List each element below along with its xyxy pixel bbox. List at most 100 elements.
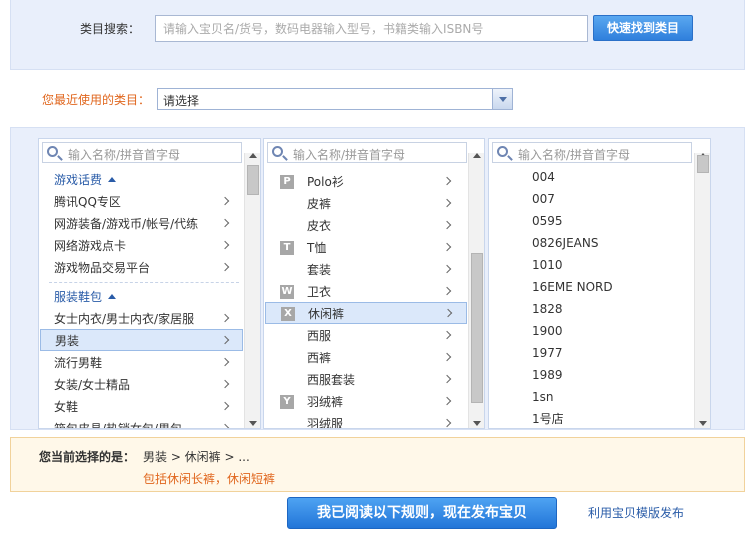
chevron-right-icon: [220, 196, 230, 206]
column-2-search-input[interactable]: 输入名称/拼音首字母: [267, 142, 467, 163]
current-selection-bar: 您当前选择的是： 男装 > 休闲裤 > ... 包括休闲长裤，休闲短裤: [10, 437, 745, 492]
category-search-input[interactable]: [155, 15, 588, 42]
category-column-1: 输入名称/拼音首字母 游戏话费 腾讯QQ专区 网游装备/游戏币/帐号/代练 网络…: [38, 138, 261, 429]
index-letter-badge: P: [280, 175, 294, 189]
search-icon: [497, 146, 508, 157]
collapse-icon[interactable]: [108, 177, 117, 182]
list-item-label: 套装: [307, 263, 332, 277]
brand-item[interactable]: 007: [489, 188, 689, 210]
scrollbar-thumb[interactable]: [471, 253, 483, 403]
chevron-right-icon: [442, 264, 452, 274]
chevron-right-icon: [220, 262, 230, 272]
brand-item[interactable]: 0826JEANS: [489, 232, 689, 254]
list-item-label: 羽绒裤: [307, 395, 344, 409]
list-item[interactable]: 箱包皮具/热销女包/男包: [39, 418, 244, 429]
brand-item-label: 1号店: [532, 412, 564, 426]
list-item-label: 女装/女士精品: [54, 378, 131, 392]
list-item[interactable]: 流行男鞋: [39, 352, 244, 374]
brand-item[interactable]: 16EME NORD: [489, 276, 689, 298]
recent-categories-select[interactable]: 请选择: [157, 88, 513, 110]
column-1-search-input[interactable]: 输入名称/拼音首字母: [42, 142, 242, 163]
current-selection-path: 男装 > 休闲裤 > ...: [143, 450, 250, 464]
column-search-placeholder: 输入名称/拼音首字母: [293, 148, 406, 162]
list-item-label: 卫衣: [307, 285, 332, 299]
list-item[interactable]: Y 羽绒裤: [264, 391, 468, 413]
chevron-right-icon: [442, 352, 452, 362]
brand-item[interactable]: 1号店: [489, 408, 689, 428]
scrollbar-thumb[interactable]: [247, 165, 259, 195]
list-item-label: 皮衣: [307, 219, 332, 233]
brand-item[interactable]: 004: [489, 166, 689, 188]
list-item[interactable]: 网游装备/游戏币/帐号/代练: [39, 213, 244, 235]
group-header-label: 服装鞋包: [54, 290, 103, 304]
list-item[interactable]: 西服: [264, 325, 468, 347]
list-item-selected[interactable]: X 休闲裤: [265, 302, 467, 324]
list-item-label: Polo衫: [307, 175, 344, 189]
list-item[interactable]: 腾讯QQ专区: [39, 191, 244, 213]
search-icon: [272, 146, 283, 157]
brand-item-label: 0826JEANS: [532, 236, 599, 250]
list-item[interactable]: 皮裤: [264, 193, 468, 215]
scroll-down-icon[interactable]: [249, 421, 257, 426]
list-item-label: 箱包皮具/热销女包/男包: [54, 422, 183, 429]
list-item[interactable]: P Polo衫: [264, 171, 468, 193]
chevron-right-icon: [220, 423, 230, 428]
publish-from-template-link[interactable]: 利用宝贝模版发布: [588, 504, 684, 521]
brand-item[interactable]: 1828: [489, 298, 689, 320]
list-item[interactable]: 西裤: [264, 347, 468, 369]
column-3-search-input[interactable]: 输入名称/拼音首字母: [492, 142, 692, 163]
brand-item-label: 1977: [532, 346, 563, 360]
scrollbar-thumb[interactable]: [697, 155, 709, 173]
column-3-scrollbar[interactable]: [694, 153, 710, 428]
chevron-right-icon: [442, 374, 452, 384]
brand-item[interactable]: 1989: [489, 364, 689, 386]
list-item[interactable]: 套装: [264, 259, 468, 281]
brand-item[interactable]: 1900: [489, 320, 689, 342]
list-item-label: 西服套装: [307, 373, 356, 387]
column-2-scrollbar[interactable]: [468, 153, 484, 428]
index-letter-badge: Y: [280, 395, 294, 409]
list-item-label: 腾讯QQ专区: [54, 195, 121, 209]
list-item[interactable]: 女装/女士精品: [39, 374, 244, 396]
brand-item[interactable]: 1010: [489, 254, 689, 276]
scroll-up-icon[interactable]: [249, 153, 257, 158]
category-search-label: 类目搜索：: [80, 22, 141, 36]
scroll-up-icon[interactable]: [473, 153, 481, 158]
brand-item[interactable]: 0595: [489, 210, 689, 232]
scroll-down-icon[interactable]: [473, 421, 481, 426]
collapse-icon[interactable]: [108, 294, 117, 299]
group-header-games[interactable]: 游戏话费: [54, 169, 117, 191]
list-item[interactable]: 西服套装: [264, 369, 468, 391]
list-item[interactable]: 女鞋: [39, 396, 244, 418]
list-item-label: T恤: [307, 241, 327, 255]
chevron-right-icon: [442, 176, 452, 186]
chevron-down-icon[interactable]: [492, 89, 512, 109]
chevron-right-icon: [442, 198, 452, 208]
current-selection-hint: 包括休闲长裤，休闲短裤: [143, 472, 276, 486]
scroll-down-icon[interactable]: [699, 421, 707, 426]
brand-item-label: 1010: [532, 258, 563, 272]
column-1-scrollbar[interactable]: [244, 153, 260, 428]
group-header-apparel[interactable]: 服装鞋包: [54, 286, 117, 308]
list-item[interactable]: 羽绒服: [264, 413, 468, 428]
chevron-right-icon: [220, 240, 230, 250]
brand-item[interactable]: 1sn: [489, 386, 689, 408]
brand-item[interactable]: 1977: [489, 342, 689, 364]
index-letter-badge: X: [281, 307, 295, 321]
list-item-label: 网游装备/游戏币/帐号/代练: [54, 217, 199, 231]
brand-item-label: 0595: [532, 214, 563, 228]
quick-find-category-button[interactable]: 快速找到类目: [593, 15, 693, 41]
chevron-right-icon: [220, 357, 230, 367]
chevron-right-icon: [443, 308, 453, 318]
list-item[interactable]: 网络游戏点卡: [39, 235, 244, 257]
list-item[interactable]: T T恤: [264, 237, 468, 259]
list-item-label: 男装: [55, 334, 80, 348]
publish-item-button[interactable]: 我已阅读以下规则，现在发布宝贝: [287, 497, 557, 529]
chevron-right-icon: [442, 220, 452, 230]
list-item-selected[interactable]: 男装: [40, 329, 243, 351]
list-item[interactable]: 游戏物品交易平台: [39, 257, 244, 279]
chevron-right-icon: [220, 379, 230, 389]
list-item[interactable]: W 卫衣: [264, 281, 468, 303]
list-item[interactable]: 皮衣: [264, 215, 468, 237]
list-item[interactable]: 女士内衣/男士内衣/家居服: [39, 308, 244, 330]
